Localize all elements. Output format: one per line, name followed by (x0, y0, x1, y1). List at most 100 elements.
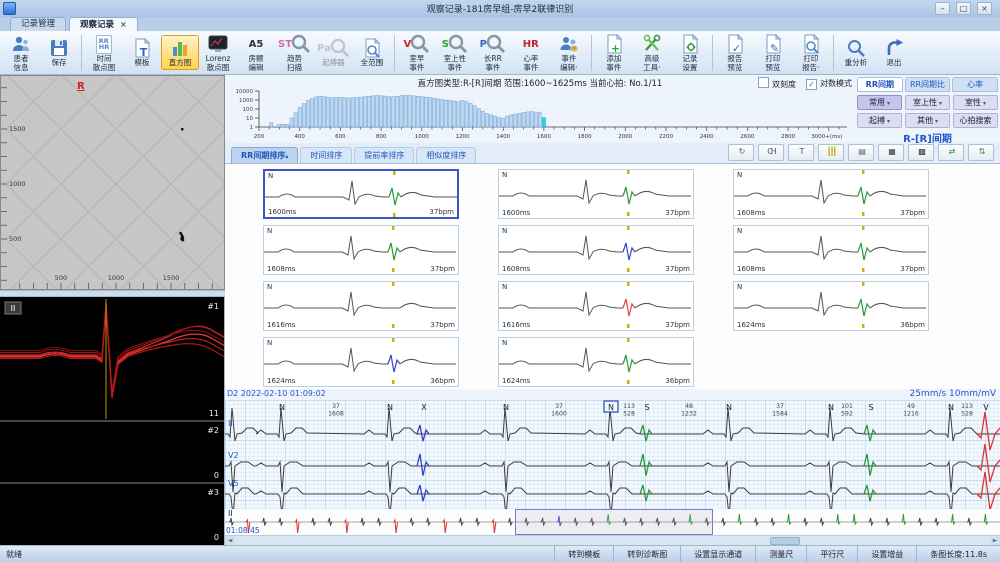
full-range-button[interactable]: 全范围 (353, 35, 391, 69)
af-edit-button[interactable]: A5 房颤 编辑 (237, 31, 275, 74)
beat-card[interactable]: N 1608ms 37bpm (498, 225, 694, 275)
beat-annotation[interactable]: N (726, 403, 732, 412)
hr-event-button[interactable]: HR 心率 事件 (512, 31, 550, 74)
tab-heart-rate[interactable]: 心率 (952, 77, 999, 92)
ecg-grid[interactable]: II V2 V5 N 37 1608 N X N 37 1600 N 113 528 S 48 1232 N 37 1… (205, 400, 1000, 517)
sve-event-button[interactable]: S 室上性 事件 (436, 31, 474, 74)
beat-card[interactable]: N 1616ms 37bpm (263, 281, 459, 331)
reanalyze-button[interactable]: 重分析 (837, 35, 875, 69)
scrollbar-thumb[interactable] (770, 537, 800, 545)
pvc-event-button[interactable]: V 室早 事件 (398, 31, 436, 74)
beat-annotation[interactable]: V (983, 403, 989, 412)
beat-annotation[interactable]: N (948, 403, 954, 412)
pacemaker-button[interactable]: Pa 起搏器 (314, 35, 353, 69)
minimize-icon[interactable]: – (935, 2, 950, 15)
lorenz-plot[interactable]: 500 1000 1500 500 1000 1500 R (0, 0, 447, 515)
print-report-icon (801, 34, 821, 54)
beat-filter-buttons: 常用 ▾ 室上性 ▾ 室性 ▾ 起搏 ▾ 其他 ▾ 心拍搜索 (855, 92, 1000, 128)
beat-annotation[interactable]: N (387, 403, 393, 412)
beat-annotation[interactable]: N (279, 403, 285, 412)
long-rr-event-icon: P (480, 34, 506, 54)
beat-card[interactable]: N 1624ms 36bpm (498, 337, 694, 387)
tab-rr-ratio[interactable]: RR间期比 (904, 77, 951, 92)
beat-card[interactable]: N 1624ms 36bpm (263, 337, 459, 387)
beat-card[interactable]: N 1616ms 37bpm (498, 281, 694, 331)
filter-paced-button[interactable]: 起搏 ▾ (857, 113, 902, 128)
measure-ruler-button[interactable]: 测量尺 (755, 546, 806, 562)
beat-annotation[interactable]: N (608, 403, 614, 412)
toolbar-button-label: 模板 (134, 58, 150, 68)
tab-close-icon[interactable]: × (120, 20, 127, 29)
grid-small-button[interactable]: ▦ (878, 144, 904, 161)
template-section-count: 11 (209, 409, 219, 418)
patient-info-button[interactable]: 患者 信息 (2, 31, 40, 74)
report-preview-button[interactable]: ✓ 报告 预览 (716, 31, 754, 74)
beat-card-grid: N 1600ms 37bpm N 1600ms 37bpm N 1608ms 37bpm N 160… (225, 164, 1000, 389)
interval-ms: 1608 (328, 411, 344, 418)
histogram-button[interactable]: 直方图 (161, 35, 199, 70)
card-rr-value: 1608ms (737, 265, 766, 273)
trend-scan-button[interactable]: ST 趋势 扫描 (275, 31, 314, 74)
filter-ventricular-button[interactable]: 室性 ▾ (953, 95, 998, 110)
add-event-button[interactable]: + 添加 事件 (595, 31, 633, 74)
filter-other-button[interactable]: 其他 ▾ (905, 113, 950, 128)
record-settings-button[interactable]: 记录 设置 (671, 31, 709, 74)
beat-annotation[interactable]: S (868, 403, 873, 412)
advanced-tools-button[interactable]: 高级 工具· (633, 31, 671, 74)
template-section-id: #2 (207, 426, 219, 435)
svg-text:T: T (140, 46, 148, 58)
time-scatter-button[interactable]: RR HR 时间 散点图 (85, 31, 123, 74)
event-edit-button[interactable]: 事件 编辑· (550, 31, 588, 74)
page-confirm-button[interactable]: ▤ (848, 144, 874, 161)
restore-icon[interactable]: □ (956, 2, 971, 15)
sort-tab-similarity[interactable]: 相似度排序 (416, 147, 477, 163)
filter-supraventricular-button[interactable]: 室上性 ▾ (905, 95, 950, 110)
overview-selection[interactable] (515, 509, 713, 535)
gain-settings-button[interactable]: 设置增益 (857, 546, 916, 562)
rr-histogram[interactable]: 1 10 100 1000 10000 200 400 600 800 1000 1200 1400 1… (225, 87, 853, 143)
text-size-button[interactable]: T (788, 144, 814, 161)
grid-large-button[interactable]: ▩ (908, 144, 934, 161)
beat-card[interactable]: N 1608ms 37bpm (263, 225, 459, 275)
histogram-type-panel: RR间期 RR间期比 心率 常用 ▾ 室上性 ▾ 室性 ▾ 起搏 ▾ 其他 ▾ 心拍搜索 R-[R]… (855, 75, 1000, 145)
interval-ms: 1584 (772, 411, 788, 418)
beat-card[interactable]: N 1600ms 37bpm (263, 169, 459, 219)
toolbar-button-label: 直方图 (168, 58, 192, 68)
filter-common-button[interactable]: 常用 ▾ (857, 95, 902, 110)
close-icon[interactable]: × (977, 2, 992, 15)
expand-layout-button[interactable]: ⇅ (968, 144, 994, 161)
refresh-button[interactable]: ↻ (728, 144, 754, 161)
sort-tab-rr[interactable]: RR间期排序▴ (231, 147, 299, 163)
goto-template-button[interactable]: 转到模板 (554, 546, 613, 562)
save-button[interactable]: 保存 (40, 35, 78, 69)
beat-annotation[interactable]: S (644, 403, 649, 412)
template-panel[interactable]: II #1 11 #2 0 #3 0 (0, 297, 225, 545)
beat-annotation[interactable]: N (503, 403, 509, 412)
beat-card[interactable]: N 1608ms 37bpm (733, 169, 929, 219)
beat-annotation[interactable]: N (828, 403, 834, 412)
tab-rr-interval[interactable]: RR间期 (857, 77, 903, 92)
lorenz-scatter-button[interactable]: Lorenz 散点图 (199, 31, 237, 74)
print-preview-button[interactable]: ✎ 打印 预览 (754, 31, 792, 74)
tab-record-management[interactable]: 记录管理 (10, 17, 67, 31)
beat-card[interactable]: N 1600ms 37bpm (498, 169, 694, 219)
goto-diagnosis-button[interactable]: 转到诊断图 (613, 546, 680, 562)
tab-observe-record[interactable]: 观察记录 × (69, 17, 138, 31)
display-channels-button[interactable]: 设置显示通道 (680, 546, 755, 562)
panel-splitter[interactable] (0, 290, 225, 297)
print-report-button[interactable]: 打印 报告· (792, 31, 830, 74)
calipers-button[interactable]: ┃┃┃ (818, 144, 844, 161)
beat-card[interactable]: N 1624ms 36bpm (733, 281, 929, 331)
swap-layout-button[interactable]: ⇄ (938, 144, 964, 161)
sort-tab-time[interactable]: 时间排序 (300, 147, 353, 163)
parallel-ruler-button[interactable]: 平行尺 (806, 546, 857, 562)
sort-tab-prematurity[interactable]: 提前率排序 (354, 147, 415, 163)
template-button[interactable]: T 模板 (123, 35, 161, 69)
channel-button[interactable]: CH (758, 144, 784, 161)
beat-card[interactable]: N 1608ms 37bpm (733, 225, 929, 275)
beat-annotation[interactable]: X (421, 403, 427, 412)
exit-button[interactable]: 退出 (875, 35, 913, 69)
ecg-overview-strip[interactable]: II 01:08:45 (225, 509, 1000, 536)
beat-search-button[interactable]: 心拍搜索 (953, 113, 998, 128)
long-rr-event-button[interactable]: P 长RR 事件 (474, 31, 512, 74)
